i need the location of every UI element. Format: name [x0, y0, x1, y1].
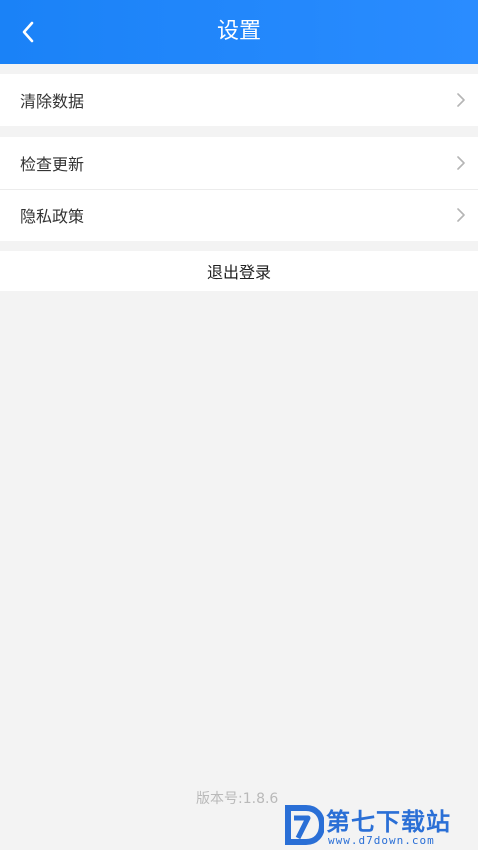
watermark-brand: 第七下载站 [326, 808, 451, 836]
logout-button[interactable]: 退出登录 [0, 251, 478, 291]
privacy-policy-item[interactable]: 隐私政策 [0, 189, 478, 241]
chevron-right-icon [457, 93, 465, 107]
d7-logo-icon [285, 805, 324, 845]
privacy-policy-label: 隐私政策 [20, 207, 85, 226]
version-text: 版本号:1.8.6 [196, 791, 279, 807]
chevron-right-icon [457, 156, 465, 170]
check-update-label: 检查更新 [20, 155, 85, 174]
clear-data-label: 清除数据 [20, 92, 85, 111]
check-update-item[interactable]: 检查更新 [0, 137, 478, 189]
watermark-url: www.d7down.com [328, 834, 435, 847]
settings-group-about: 检查更新 隐私政策 [0, 137, 478, 241]
app-header: 设置 [0, 0, 478, 64]
page-title: 设置 [216, 19, 261, 44]
watermark: 第七下载站 www.d7down.com [284, 800, 478, 850]
clear-data-item[interactable]: 清除数据 [0, 74, 478, 126]
logout-group: 退出登录 [0, 251, 478, 291]
logout-label: 退出登录 [206, 263, 271, 282]
chevron-right-icon [457, 208, 465, 222]
settings-group-data: 清除数据 [0, 74, 478, 126]
